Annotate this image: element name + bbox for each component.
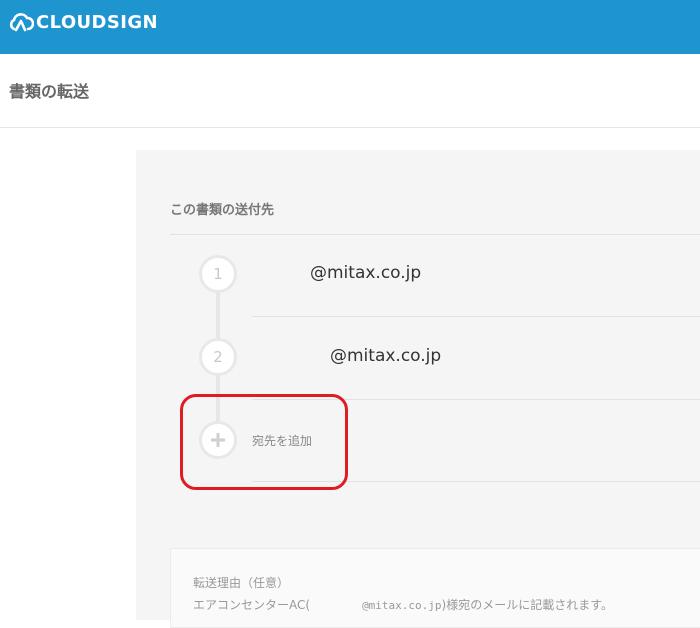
title-bar: 書類の転送: [0, 54, 700, 128]
recipient-email[interactable]: @mitax.co.jp: [310, 263, 421, 283]
recipient-number-badge: 1: [199, 255, 237, 293]
app-header: CLOUDSIGN: [0, 0, 700, 54]
reason-note-suffix: )様宛のメールに記載されます。: [441, 598, 614, 612]
reason-note-email: @mitax.co.jp: [362, 599, 442, 612]
divider: [170, 234, 700, 235]
page-title: 書類の転送: [9, 82, 90, 101]
recipients-section-title: この書類の送付先: [170, 203, 275, 218]
cloudsign-logo[interactable]: CLOUDSIGN: [8, 8, 158, 36]
forward-panel: この書類の送付先 1 @mitax.co.jp 2 @mitax.co.jp 宛…: [136, 150, 700, 628]
recipient-email[interactable]: @mitax.co.jp: [330, 346, 441, 366]
reason-box[interactable]: 転送理由（任意） エアコンセンターAC( @mitax.co.jp)様宛のメールに…: [170, 548, 700, 628]
cloud-logo-icon: [9, 13, 34, 32]
recipient-number: 1: [213, 265, 223, 283]
reason-note: エアコンセンターAC( @mitax.co.jp)様宛のメールに記載されます。: [193, 596, 613, 613]
highlight-annotation: [180, 394, 348, 490]
reason-label: 転送理由（任意）: [193, 576, 290, 590]
divider: [252, 316, 700, 317]
reason-note-prefix: エアコンセンターAC(: [193, 598, 311, 612]
logo-text: CLOUDSIGN: [36, 11, 158, 33]
recipient-number: 2: [213, 348, 223, 366]
recipient-number-badge: 2: [199, 338, 237, 376]
